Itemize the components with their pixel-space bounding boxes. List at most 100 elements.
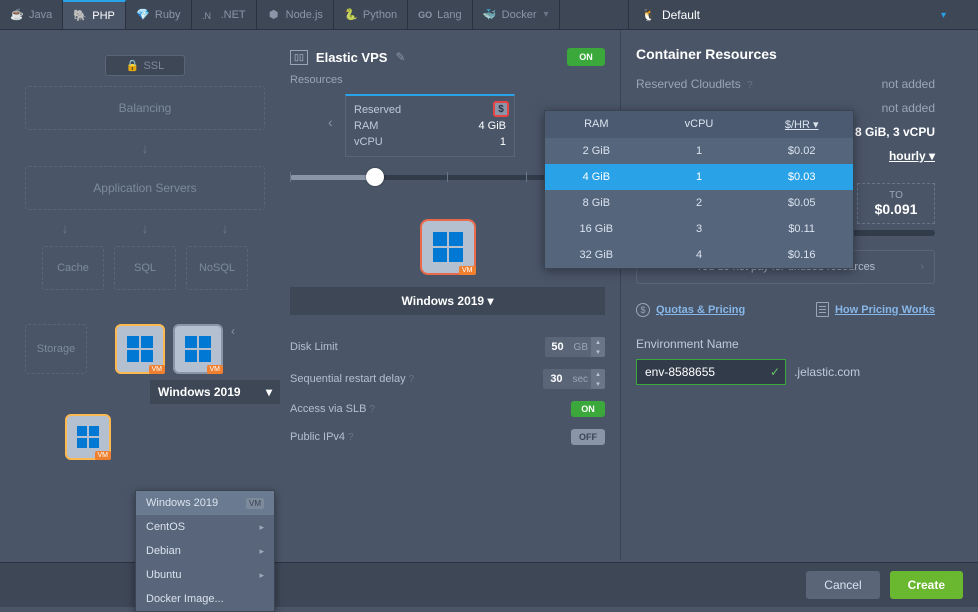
- reserved-ram-label: RAM: [354, 120, 378, 132]
- lock-icon: 🔒: [126, 59, 140, 72]
- vps-title: Elastic VPS: [316, 50, 388, 65]
- windows-icon: [127, 336, 153, 362]
- tab-docker[interactable]: 🐳Docker▾: [473, 0, 560, 29]
- env-name-input[interactable]: [636, 359, 786, 385]
- arrow-down-icon: ↓: [25, 140, 265, 156]
- help-icon[interactable]: ?: [369, 404, 375, 415]
- chevron-down-icon: ▾: [941, 10, 946, 21]
- reserved-cloudlets-value: not added: [882, 77, 935, 91]
- env-domain: .jelastic.com: [794, 365, 860, 379]
- step-up-icon[interactable]: ▴: [591, 369, 605, 379]
- chevron-right-icon: ▸: [259, 522, 264, 533]
- pricing-row[interactable]: 8 GiB2$0.05: [545, 190, 853, 216]
- java-icon: ☕: [10, 8, 24, 22]
- tab-java[interactable]: ☕Java: [0, 0, 63, 29]
- windows-icon: [433, 232, 463, 262]
- os-select-mid[interactable]: Windows 2019 ▾: [290, 287, 605, 315]
- edit-icon[interactable]: ✎: [395, 50, 405, 64]
- pricing-hdr-vcpu: vCPU: [648, 111, 751, 138]
- tab-python[interactable]: 🐍Python: [334, 0, 408, 29]
- sql-node[interactable]: SQL: [114, 246, 176, 290]
- create-button[interactable]: Create: [890, 571, 963, 599]
- pricing-row[interactable]: 2 GiB1$0.02: [545, 138, 853, 164]
- appservers-node[interactable]: Application Servers: [25, 166, 265, 210]
- pricing-button[interactable]: $: [493, 101, 509, 117]
- pricing-hdr-price[interactable]: $/HR ▾: [750, 111, 853, 138]
- topology-panel: 🔒 SSL Balancing ↓ Application Servers ↓ …: [0, 30, 290, 560]
- document-icon: [816, 302, 829, 317]
- howworks-link[interactable]: How Pricing Works: [835, 304, 935, 316]
- vm-tile-selected[interactable]: VM: [115, 324, 165, 374]
- rate-selector[interactable]: hourly ▾: [889, 149, 935, 163]
- step-up-icon[interactable]: ▴: [591, 337, 605, 347]
- row2-value: not added: [882, 101, 935, 115]
- svg-text:.N: .N: [202, 11, 211, 21]
- arrow-down-icon: ↓: [222, 220, 229, 236]
- pricing-hdr-ram: RAM: [545, 111, 648, 138]
- pricing-row[interactable]: 4 GiB1$0.03: [545, 164, 853, 190]
- vm-tile-extra[interactable]: VM: [65, 414, 111, 460]
- pricing-row[interactable]: 16 GiB3$0.11: [545, 216, 853, 242]
- vm-preview: VM: [420, 219, 476, 275]
- ssl-label: SSL: [143, 60, 164, 72]
- chevron-right-icon: ▸: [259, 570, 264, 581]
- tab-nodejs[interactable]: ⬢Node.js: [257, 0, 334, 29]
- os-menu-item-debian[interactable]: Debian▸: [136, 539, 274, 563]
- restart-delay-input[interactable]: 30sec ▴▾: [543, 369, 605, 389]
- cache-node[interactable]: Cache: [42, 246, 104, 290]
- docker-icon: 🐳: [483, 8, 497, 22]
- tab-golang[interactable]: GOLang: [408, 0, 472, 29]
- vm-tile[interactable]: VM: [173, 324, 223, 374]
- cancel-button[interactable]: Cancel: [806, 571, 879, 599]
- disk-limit-label: Disk Limit: [290, 341, 338, 353]
- ipv4-label: Public IPv4: [290, 431, 345, 443]
- tab-ruby[interactable]: 💎Ruby: [126, 0, 192, 29]
- chevron-down-icon: ▾: [544, 9, 549, 20]
- dollar-icon: $: [636, 303, 650, 317]
- reserved-title: Reserved: [354, 104, 401, 116]
- help-icon[interactable]: ?: [747, 80, 753, 91]
- os-dropdown-label: Windows 2019: [158, 385, 241, 399]
- os-menu-item-ubuntu[interactable]: Ubuntu▸: [136, 563, 274, 587]
- tab-php[interactable]: 🐘PHP: [63, 0, 126, 29]
- region-selector[interactable]: 🐧 Default ▾: [628, 0, 958, 30]
- balancing-node[interactable]: Balancing: [25, 86, 265, 130]
- chevron-down-icon: ▾: [487, 294, 493, 308]
- os-context-menu: Windows 2019VM CentOS▸ Debian▸ Ubuntu▸ D…: [135, 490, 275, 612]
- reserved-box: ‹ $ Reserved RAM4 GiB vCPU1: [345, 94, 515, 157]
- step-down-icon[interactable]: ▾: [591, 347, 605, 357]
- penguin-icon: 🐧: [641, 8, 656, 22]
- vps-toggle[interactable]: ON: [567, 48, 605, 66]
- vps-icon: ▯▯: [290, 50, 308, 65]
- ruby-icon: 💎: [136, 8, 150, 22]
- os-menu-item-docker-image[interactable]: Docker Image...: [136, 587, 274, 611]
- ipv4-toggle[interactable]: OFF: [571, 429, 605, 445]
- help-icon[interactable]: ?: [348, 432, 354, 443]
- resources-title: Container Resources: [636, 40, 935, 72]
- ssl-toggle[interactable]: 🔒 SSL: [105, 55, 185, 76]
- help-icon[interactable]: ?: [409, 374, 415, 385]
- os-dropdown[interactable]: Windows 2019 ▾: [150, 380, 280, 404]
- os-menu-item-centos[interactable]: CentOS▸: [136, 515, 274, 539]
- check-icon: ✓: [770, 365, 780, 379]
- cost-to-badge: TO $0.091: [857, 183, 935, 224]
- pricing-row[interactable]: 32 GiB4$0.16: [545, 242, 853, 268]
- quotas-link[interactable]: Quotas & Pricing: [656, 304, 745, 316]
- os-menu-item-windows2019[interactable]: Windows 2019VM: [136, 491, 274, 515]
- chevron-left-icon[interactable]: ‹: [328, 114, 333, 130]
- go-icon: GO: [418, 8, 432, 22]
- chevron-right-icon[interactable]: ›: [920, 261, 924, 273]
- tab-dotnet[interactable]: .N.NET: [192, 0, 257, 29]
- disk-limit-input[interactable]: 50GB ▴▾: [545, 337, 605, 357]
- arrow-down-icon: ↓: [62, 220, 69, 236]
- restart-delay-label: Sequential restart delay: [290, 373, 406, 385]
- php-icon: 🐘: [73, 9, 87, 23]
- nosql-node[interactable]: NoSQL: [186, 246, 248, 290]
- windows-icon: [77, 426, 99, 448]
- slb-toggle[interactable]: ON: [571, 401, 605, 417]
- resources-label: Resources: [290, 74, 605, 86]
- storage-node[interactable]: Storage: [25, 324, 87, 374]
- step-down-icon[interactable]: ▾: [591, 379, 605, 389]
- arrow-down-icon: ↓: [142, 220, 149, 236]
- slider-thumb[interactable]: [366, 168, 384, 186]
